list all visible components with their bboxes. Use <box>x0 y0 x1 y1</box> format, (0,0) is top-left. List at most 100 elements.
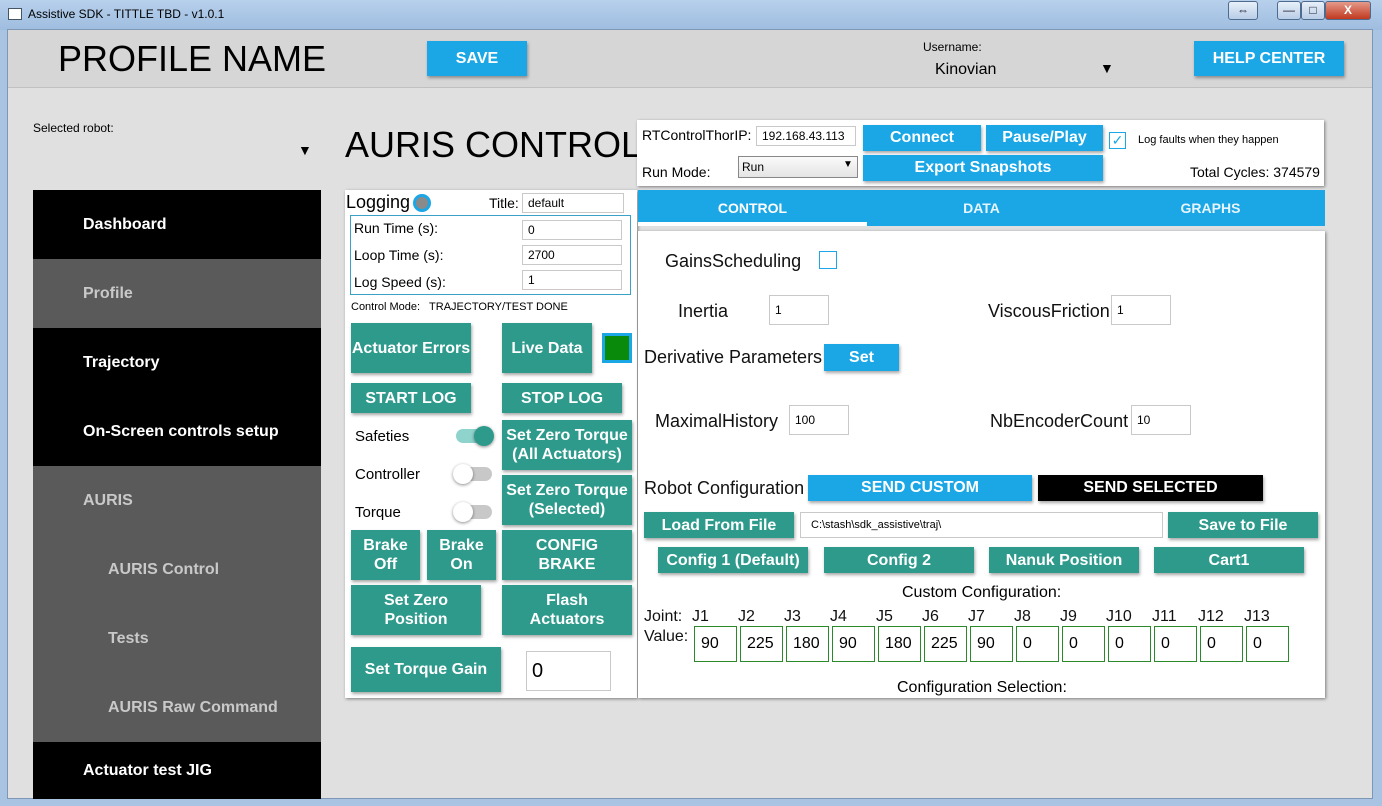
set-torque-gain-button[interactable]: Set Torque Gain <box>351 647 501 692</box>
sidebar-item-auris-control[interactable]: AURIS Control <box>33 535 321 604</box>
log-speed-input[interactable]: 1 <box>522 270 622 290</box>
stop-log-button[interactable]: STOP LOG <box>502 383 622 413</box>
controller-label: Controller <box>355 466 421 483</box>
joint-name: J7 <box>968 608 985 625</box>
username-dropdown-icon[interactable]: ▼ <box>1100 60 1114 76</box>
tab-data[interactable]: DATA <box>867 190 1096 226</box>
derivative-parameters-label: Derivative Parameters <box>644 347 823 367</box>
sidebar-item-onscreen-controls[interactable]: On-Screen controls setup <box>33 397 321 466</box>
sidebar-item-auris[interactable]: AURIS <box>33 466 321 535</box>
sidebar-item-label: AURIS <box>83 491 133 509</box>
sidebar-item-profile[interactable]: Profile <box>33 259 321 328</box>
start-log-button[interactable]: START LOG <box>351 383 471 413</box>
help-center-button[interactable]: HELP CENTER <box>1194 41 1344 76</box>
joint-name: J1 <box>692 608 709 625</box>
gains-scheduling-label: GainsScheduling <box>665 251 802 271</box>
username-value[interactable]: Kinovian <box>935 61 996 79</box>
viscous-friction-input[interactable]: 1 <box>1111 295 1171 325</box>
save-to-file-button[interactable]: Save to File <box>1168 512 1318 538</box>
set-zero-torque-selected-button[interactable]: Set Zero Torque (Selected) <box>502 475 632 525</box>
title-label: Title: <box>489 195 519 211</box>
joint-name: J6 <box>922 608 939 625</box>
joint-value-input[interactable]: 90 <box>832 626 875 662</box>
sidebar-item-actuator-test-jig[interactable]: Actuator test JIG <box>33 742 321 799</box>
sidebar-item-tests[interactable]: Tests <box>33 604 321 673</box>
send-custom-button[interactable]: SEND CUSTOM <box>808 475 1032 501</box>
joint-name: J9 <box>1060 608 1077 625</box>
torque-label: Torque <box>355 504 401 521</box>
sidebar-item-label: Dashboard <box>83 215 167 233</box>
tab-graphs[interactable]: GRAPHS <box>1096 190 1325 226</box>
page-title: AURIS CONTROL <box>345 124 642 165</box>
joint-value-input[interactable]: 0 <box>1108 626 1151 662</box>
profile-name: PROFILE NAME <box>58 38 327 79</box>
joint-value-input[interactable]: 90 <box>694 626 737 662</box>
joint-value-input[interactable]: 225 <box>740 626 783 662</box>
joint-value-input[interactable]: 225 <box>924 626 967 662</box>
inertia-input[interactable]: 1 <box>769 295 829 325</box>
brake-off-button[interactable]: Brake Off <box>351 530 420 580</box>
safeties-label: Safeties <box>355 428 410 445</box>
preset-nanuk-position-button[interactable]: Nanuk Position <box>989 547 1139 573</box>
save-button[interactable]: SAVE <box>427 41 527 76</box>
joint-value-input[interactable]: 180 <box>878 626 921 662</box>
actuator-errors-button[interactable]: Actuator Errors <box>351 323 471 373</box>
send-selected-button[interactable]: SEND SELECTED <box>1038 475 1263 501</box>
config-brake-button[interactable]: CONFIG BRAKE <box>502 530 632 580</box>
torque-gain-input[interactable]: 0 <box>526 651 611 691</box>
sidebar-item-label: Tests <box>108 629 149 647</box>
tab-control[interactable]: CONTROL <box>638 190 867 226</box>
sidebar-item-auris-raw-command[interactable]: AURIS Raw Command <box>33 673 321 742</box>
window-title: Assistive SDK - TITTLE TBD - v1.0.1 <box>28 7 225 21</box>
preset-config-1-button[interactable]: Config 1 (Default) <box>658 547 808 573</box>
joint-name: J8 <box>1014 608 1031 625</box>
set-zero-torque-all-button[interactable]: Set Zero Torque (All Actuators) <box>502 420 632 470</box>
joint-value-input[interactable]: 0 <box>1200 626 1243 662</box>
preset-cart1-button[interactable]: Cart1 <box>1154 547 1304 573</box>
ip-label: RTControlThorIP: <box>642 127 752 143</box>
nb-encoder-count-input[interactable]: 10 <box>1131 405 1191 435</box>
sidebar-item-label: AURIS Raw Command <box>108 698 278 716</box>
live-data-button[interactable]: Live Data <box>502 323 592 373</box>
nb-encoder-count-label: NbEncoderCount <box>990 411 1129 431</box>
run-mode-select[interactable]: Run <box>738 156 858 178</box>
maximal-history-input[interactable]: 100 <box>789 405 849 435</box>
export-snapshots-button[interactable]: Export Snapshots <box>863 155 1103 181</box>
joint-value-input[interactable]: 0 <box>1016 626 1059 662</box>
joint-value-input[interactable]: 0 <box>1154 626 1197 662</box>
ip-input[interactable]: 192.168.43.113 <box>756 126 856 146</box>
joint-value-input[interactable]: 90 <box>970 626 1013 662</box>
pause-play-button[interactable]: Pause/Play <box>986 125 1103 151</box>
resize-icon[interactable]: ⇔ <box>1228 1 1258 20</box>
set-derivative-button[interactable]: Set <box>824 344 899 371</box>
load-from-file-button[interactable]: Load From File <box>644 512 794 538</box>
sidebar-item-dashboard[interactable]: Dashboard <box>33 190 321 259</box>
tab-control-underline <box>638 222 867 226</box>
live-data-indicator <box>602 333 632 363</box>
sidebar-item-trajectory[interactable]: Trajectory <box>33 328 321 397</box>
joint-value-input[interactable]: 0 <box>1062 626 1105 662</box>
run-time-input[interactable]: 0 <box>522 220 622 240</box>
loop-time-input[interactable]: 2700 <box>522 245 622 265</box>
joint-value-input[interactable]: 0 <box>1246 626 1289 662</box>
log-faults-checkbox[interactable]: ✓ <box>1109 132 1126 149</box>
selected-robot-label: Selected robot: <box>33 121 114 135</box>
title-input[interactable]: default <box>522 193 624 213</box>
joint-name: J2 <box>738 608 755 625</box>
file-path-input[interactable]: C:\stash\sdk_assistive\traj\ <box>800 512 1163 538</box>
loop-time-label: Loop Time (s): <box>354 247 444 263</box>
gains-scheduling-checkbox[interactable] <box>819 251 837 269</box>
run-mode-value: Run <box>742 160 765 174</box>
robot-dropdown-icon[interactable]: ▼ <box>298 142 312 158</box>
connect-button[interactable]: Connect <box>863 125 981 151</box>
control-mode-text: Control Mode: TRAJECTORY/TEST DONE <box>351 301 568 313</box>
brake-on-button[interactable]: Brake On <box>427 530 496 580</box>
preset-config-2-button[interactable]: Config 2 <box>824 547 974 573</box>
flash-actuators-button[interactable]: Flash Actuators <box>502 585 632 635</box>
maximize-button[interactable]: □ <box>1301 1 1325 20</box>
joint-value-input[interactable]: 180 <box>786 626 829 662</box>
close-button[interactable]: X <box>1325 1 1371 20</box>
set-zero-position-button[interactable]: Set Zero Position <box>351 585 481 635</box>
log-faults-label: Log faults when they happen <box>1138 134 1279 146</box>
minimize-button[interactable]: — <box>1277 1 1301 20</box>
